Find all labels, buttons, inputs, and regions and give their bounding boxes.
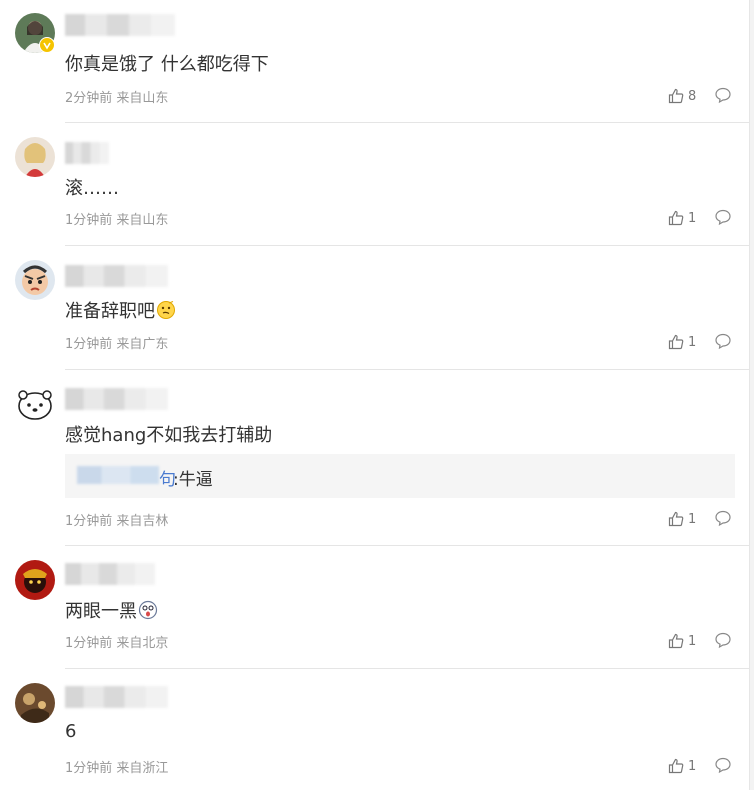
verified-badge-icon — [39, 37, 55, 53]
reply-icon[interactable] — [714, 208, 732, 226]
comment-meta: 1分钟前 来自北京 — [65, 632, 168, 651]
comment-meta: 1分钟前 来自山东 — [65, 209, 168, 228]
comment-text-content: 两眼一黑 — [65, 601, 137, 622]
thumbs-up-icon — [668, 758, 684, 774]
username-blurred[interactable] — [65, 14, 175, 36]
reply-icon[interactable] — [714, 332, 732, 350]
comment-time: 1分钟前 — [65, 514, 113, 529]
user-avatar[interactable] — [15, 260, 55, 300]
comment-time: 2分钟前 — [65, 91, 113, 106]
user-avatar[interactable] — [15, 137, 55, 177]
comment-time: 1分钟前 — [65, 636, 113, 651]
thumbs-up-icon — [668, 210, 684, 226]
reply-icon[interactable] — [714, 756, 732, 774]
comment-location: 来自广东 — [116, 337, 169, 352]
reply-preview[interactable]: 句 :牛逼 — [65, 454, 735, 498]
comment-meta: 1分钟前 来自广东 — [65, 333, 168, 352]
comment-time: 1分钟前 — [65, 213, 113, 228]
reply-icon[interactable] — [714, 509, 732, 527]
reply-text: :牛逼 — [173, 470, 213, 490]
comment-time: 1分钟前 — [65, 761, 113, 776]
like-button[interactable]: 8 — [668, 86, 704, 106]
like-count: 1 — [688, 633, 697, 649]
divider — [65, 668, 749, 669]
comment-meta: 1分钟前 来自吉林 — [65, 510, 168, 529]
like-count: 8 — [688, 88, 697, 104]
like-count: 1 — [688, 758, 697, 774]
reply-icon[interactable] — [714, 86, 732, 104]
comment-location: 来自浙江 — [116, 761, 169, 776]
divider — [65, 545, 749, 546]
user-avatar[interactable] — [15, 560, 55, 600]
comment-meta: 1分钟前 来自浙江 — [65, 757, 168, 776]
comment-meta: 2分钟前 来自山东 — [65, 87, 168, 106]
scrollbar-track[interactable] — [749, 0, 754, 790]
like-button[interactable]: 1 — [668, 332, 704, 352]
like-button[interactable]: 1 — [668, 631, 704, 651]
thumbs-up-icon — [668, 88, 684, 104]
like-count: 1 — [688, 511, 697, 527]
reply-icon[interactable] — [714, 631, 732, 649]
comment-text: 准备辞职吧 — [65, 297, 176, 323]
username-blurred[interactable] — [65, 265, 168, 287]
comment-text-content: 准备辞职吧 — [65, 301, 155, 322]
comment-text: 你真是饿了 什么都吃得下 — [65, 54, 269, 75]
thumbs-up-icon — [668, 334, 684, 350]
comment-location: 来自吉林 — [116, 514, 169, 529]
divider — [65, 245, 749, 246]
username-blurred[interactable] — [65, 563, 155, 585]
thumbs-up-icon — [668, 633, 684, 649]
username-blurred[interactable] — [65, 686, 168, 708]
username-blurred[interactable] — [65, 388, 168, 410]
thumbs-up-icon — [668, 511, 684, 527]
like-count: 1 — [688, 334, 697, 350]
thinking-emoji-icon — [157, 300, 175, 319]
like-button[interactable]: 1 — [668, 509, 704, 529]
user-avatar[interactable] — [15, 384, 55, 424]
username-blurred[interactable] — [65, 142, 109, 164]
comment-text: 滚…… — [65, 178, 119, 199]
comment-location: 来自山东 — [116, 213, 169, 228]
like-button[interactable]: 1 — [668, 208, 704, 228]
comment-text: 感觉hang不如我去打辅助 — [65, 425, 273, 446]
user-avatar[interactable] — [15, 683, 55, 723]
comment-location: 来自山东 — [116, 91, 169, 106]
reply-username-blurred[interactable] — [77, 466, 159, 484]
comment-time: 1分钟前 — [65, 337, 113, 352]
divider — [65, 122, 749, 123]
comment-text: 6 — [65, 721, 77, 742]
like-button[interactable]: 1 — [668, 756, 704, 776]
like-count: 1 — [688, 210, 697, 226]
comment-location: 来自北京 — [116, 636, 169, 651]
dizzy-emoji-icon — [138, 600, 158, 620]
divider — [65, 369, 749, 370]
comment-text: 两眼一黑 — [65, 597, 158, 623]
